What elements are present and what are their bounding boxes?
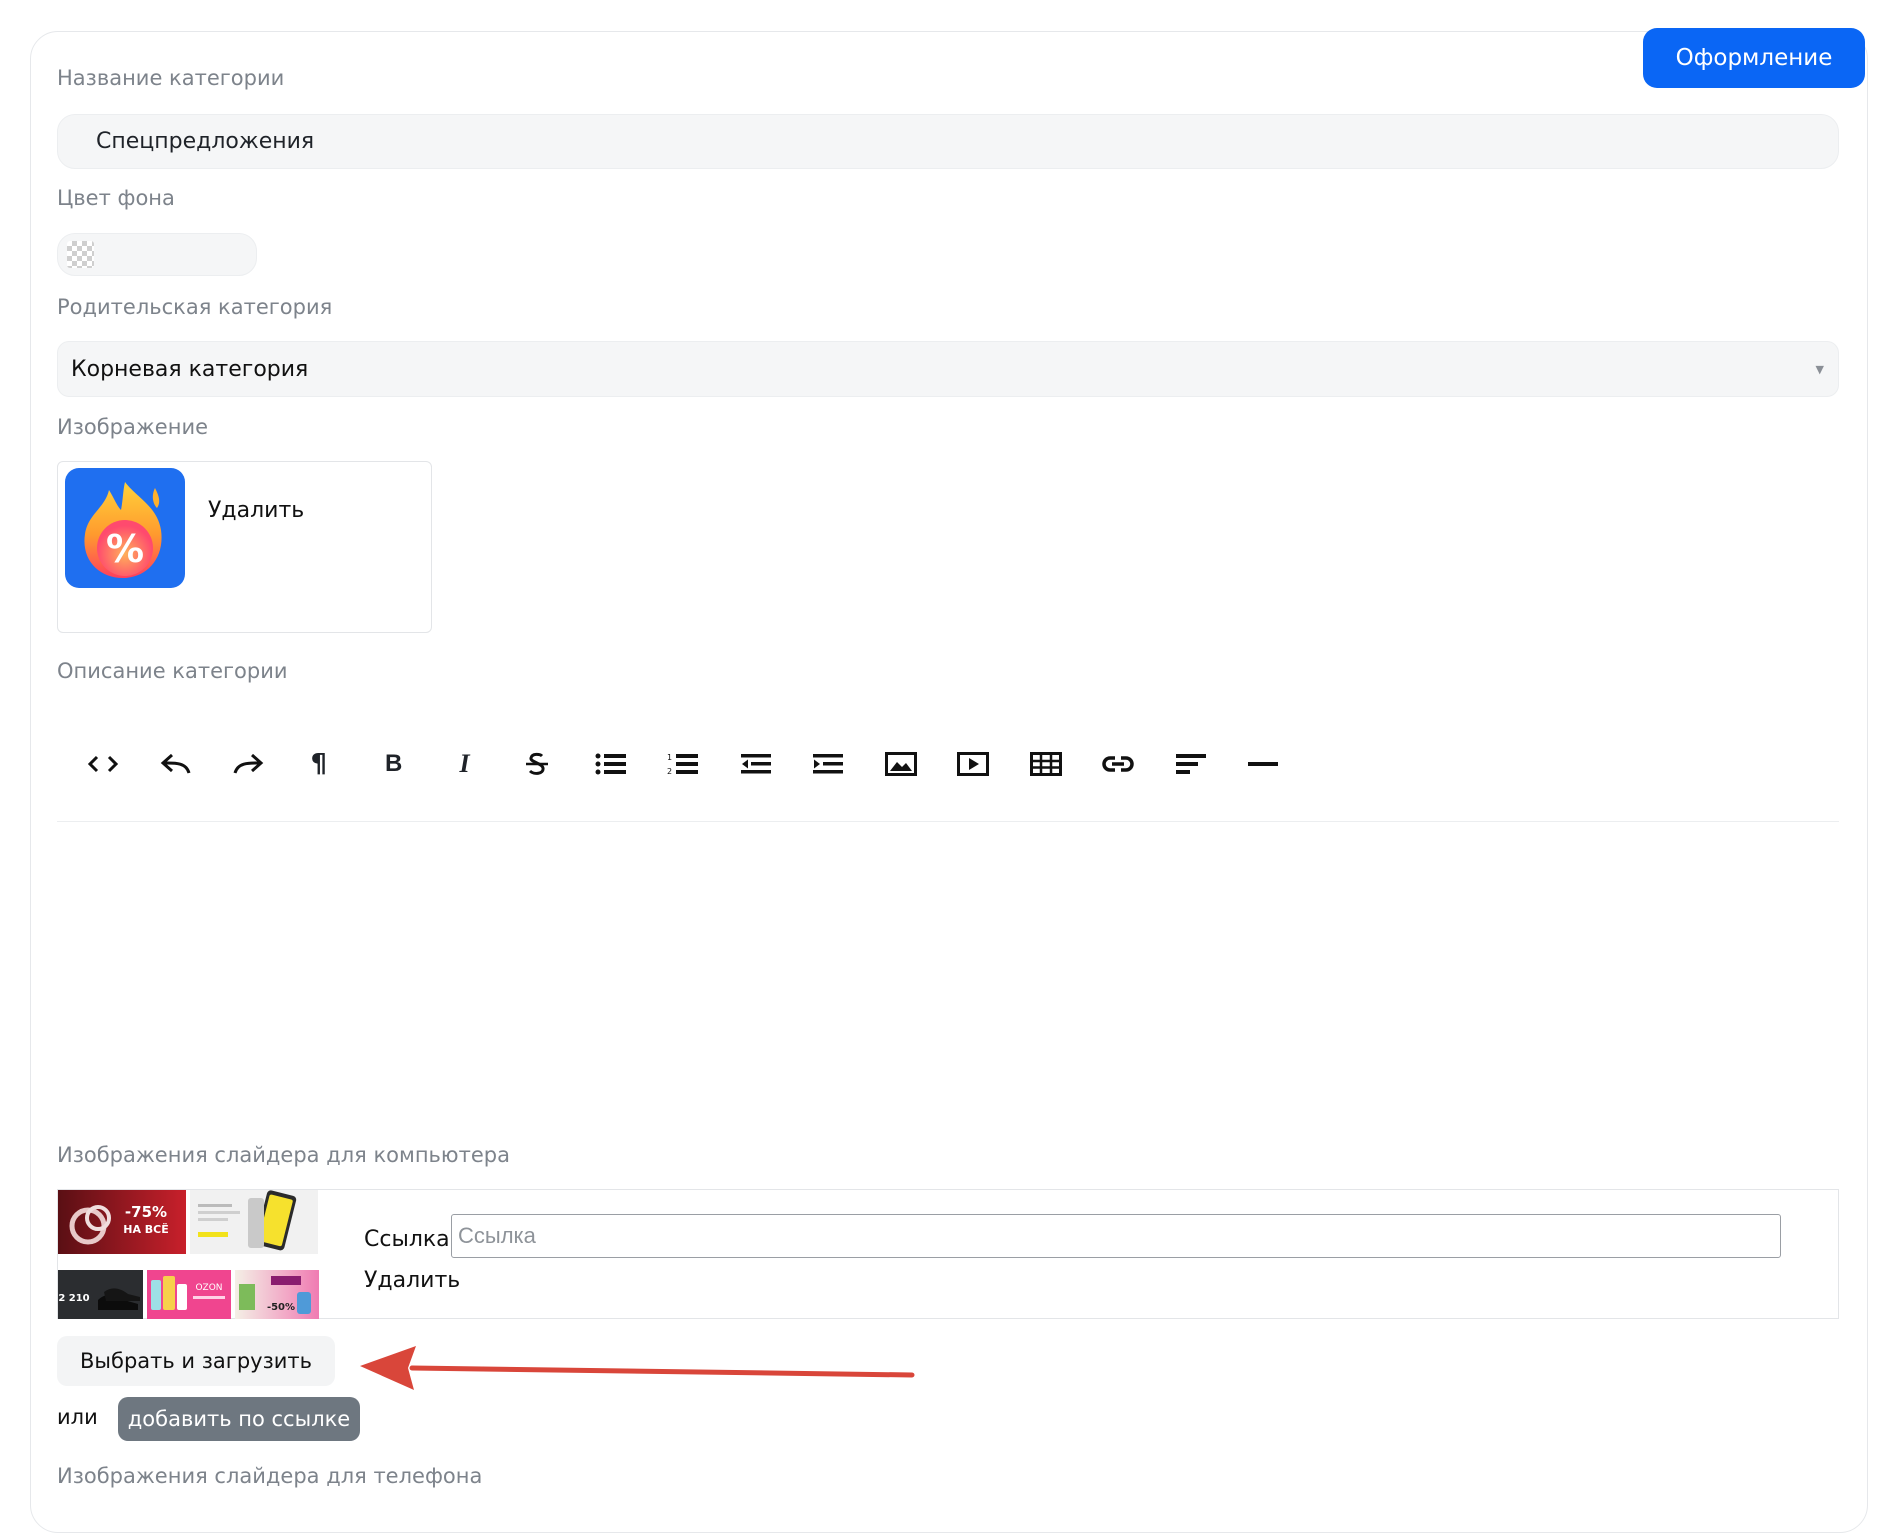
svg-text:OZON: OZON <box>195 1283 222 1293</box>
phone-promo-image <box>198 1190 297 1251</box>
image-delete-link[interactable]: Удалить <box>208 498 304 523</box>
italic-icon[interactable]: I <box>450 748 523 780</box>
background-color-picker[interactable] <box>57 233 257 276</box>
slider-banner-2 <box>190 1190 318 1254</box>
code-icon[interactable] <box>87 748 160 780</box>
desktop-slider-row: -75% НА ВСЁ 2 210 OZON -50% Ссылка Ссылк… <box>57 1189 1839 1319</box>
rings-promo-image: -75% НА ВСЁ <box>69 1203 169 1245</box>
svg-text:-75%: -75% <box>125 1203 167 1221</box>
slider-banner-5: -50% <box>235 1270 319 1319</box>
chevron-down-icon: ▼ <box>1815 363 1824 376</box>
svg-text:НА ВСЁ: НА ВСЁ <box>123 1222 169 1236</box>
svg-text:2: 2 <box>667 767 672 776</box>
slider-link-label: Ссылка <box>364 1227 450 1252</box>
shoes-promo-image: 2 210 <box>58 1288 140 1310</box>
slider-delete-link[interactable]: Удалить <box>364 1268 460 1293</box>
phone-slider-label: Изображения слайдера для телефона <box>57 1464 483 1488</box>
bulleted-list-icon[interactable] <box>595 748 668 780</box>
link-icon[interactable] <box>1102 748 1175 780</box>
category-name-input[interactable]: Спецпредложения <box>57 114 1839 169</box>
slider-banner-4: OZON <box>147 1270 231 1319</box>
description-editor[interactable] <box>57 822 1839 1112</box>
category-image-box: % Удалить <box>57 461 432 633</box>
image-icon[interactable] <box>884 748 958 780</box>
ozon-promo-image: OZON <box>151 1276 225 1310</box>
video-icon[interactable] <box>957 748 1030 780</box>
category-image-thumbnail: % <box>65 468 185 588</box>
parent-category-value: Корневая категория <box>71 356 309 382</box>
svg-text:%: % <box>106 527 144 571</box>
slider-link-input[interactable] <box>451 1214 1781 1258</box>
select-and-upload-button[interactable]: Выбрать и загрузить <box>57 1336 335 1386</box>
paragraph-icon[interactable]: ¶ <box>305 748 378 780</box>
redo-icon[interactable] <box>232 748 305 780</box>
transparent-swatch-icon <box>67 241 94 268</box>
bold-icon[interactable]: B <box>377 748 450 780</box>
numbered-list-icon[interactable]: 12 <box>667 748 740 780</box>
add-by-link-button[interactable]: добавить по ссылке <box>118 1397 360 1441</box>
table-icon[interactable] <box>1029 748 1103 780</box>
horizontal-rule-icon[interactable] <box>1247 748 1320 780</box>
align-icon[interactable] <box>1175 748 1248 780</box>
image-label: Изображение <box>57 415 209 439</box>
annotation-arrow-icon <box>360 1346 915 1390</box>
description-label: Описание категории <box>57 659 288 683</box>
parent-category-label: Родительская категория <box>57 295 333 319</box>
undo-icon[interactable] <box>160 748 233 780</box>
desktop-slider-label: Изображения слайдера для компьютера <box>57 1143 510 1167</box>
slider-banner-3: 2 210 <box>58 1270 143 1319</box>
outdent-icon[interactable] <box>740 748 813 780</box>
slider-banner-1: -75% НА ВСЁ <box>58 1190 186 1254</box>
editor-toolbar: ¶ B I 12 <box>87 748 1320 780</box>
svg-text:2 210: 2 210 <box>58 1293 89 1304</box>
category-name-label: Название категории <box>57 66 285 90</box>
or-text: или <box>57 1405 98 1429</box>
background-color-label: Цвет фона <box>57 186 175 210</box>
parent-category-select[interactable]: Корневая категория ▼ <box>57 341 1839 397</box>
svg-text:1: 1 <box>667 753 672 762</box>
style-button[interactable]: Оформление <box>1643 28 1865 88</box>
fire-percent-icon: % <box>84 482 162 578</box>
strikethrough-icon[interactable] <box>522 748 595 780</box>
indent-icon[interactable] <box>812 748 885 780</box>
svg-text:-50%: -50% <box>267 1302 295 1313</box>
discount-promo-image: -50% <box>239 1276 311 1314</box>
